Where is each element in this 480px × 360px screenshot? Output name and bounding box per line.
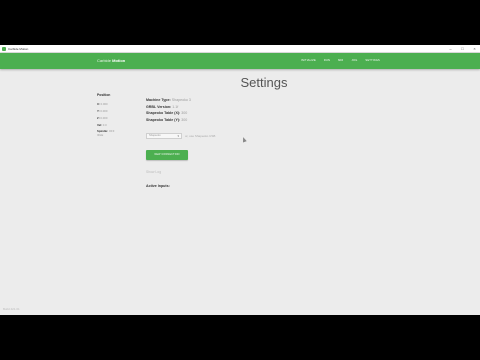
position-x: X: 0.000 [97, 101, 137, 108]
velocity: Vel: 0.0 [97, 122, 137, 129]
video-frame: Carbide Motion – □ × Carbide Motion INIT… [0, 0, 480, 360]
position-y: Y: 0.000 [97, 108, 137, 115]
port-hint: or, use Shapeoko USB [185, 134, 216, 138]
port-select[interactable]: Shapeoko ▾ [146, 133, 182, 139]
nav-settings[interactable]: SETTINGS [365, 58, 380, 64]
table-y-value: 300 [181, 117, 188, 122]
window-titlebar[interactable]: Carbide Motion – □ × [0, 45, 480, 53]
table-x-label: Shapeoko Table (X): [146, 111, 181, 115]
velocity-label: Vel: [97, 123, 102, 127]
brand-prefix: Carbide [97, 58, 112, 63]
nav-links: INITIALIZE RUN MDI JOG SETTINGS [301, 58, 380, 64]
table-y-label: Shapeoko Table (Y): [146, 117, 181, 122]
position-x-value: 0.000 [100, 102, 108, 106]
build-label: Build 421.01 [3, 307, 20, 311]
spindle-value: OFF [108, 129, 115, 133]
brand-logo[interactable]: Carbide Motion [97, 58, 125, 64]
table-y: Shapeoko Table (Y): 300 [146, 117, 326, 124]
new-connection-button[interactable]: NEW CONNECTION [146, 150, 188, 160]
app-window: Carbide Motion – □ × Carbide Motion INIT… [0, 45, 480, 315]
machine-status: IDLE [97, 133, 104, 137]
grbl-version-label: GRBL Version: [146, 104, 172, 109]
app-icon [2, 47, 6, 51]
page-title: Settings [240, 75, 288, 90]
close-icon[interactable]: × [472, 45, 477, 53]
nav-mdi[interactable]: MDI [338, 58, 343, 64]
table-x-value: 300 [181, 111, 188, 115]
machine-info: Machine Type: Shapeoko 3 GRBL Version: 1… [146, 97, 326, 123]
mouse-cursor-icon [241, 136, 247, 143]
top-navbar: Carbide Motion INITIALIZE RUN MDI JOG SE… [0, 53, 480, 69]
velocity-value: 0.0 [102, 123, 107, 127]
minimize-icon[interactable]: – [448, 45, 453, 53]
port-select-value: Shapeoko [149, 134, 161, 137]
grbl-version-value: 1.1f [172, 104, 179, 109]
show-log-link[interactable]: Show Log [146, 170, 161, 175]
maximize-icon[interactable]: □ [460, 45, 465, 53]
nav-initialize[interactable]: INITIALIZE [301, 58, 316, 64]
chevron-down-icon: ▾ [177, 134, 179, 138]
position-x-label: X: [97, 102, 100, 106]
window-controls: – □ × [448, 45, 477, 53]
position-heading: Position [97, 93, 111, 97]
active-inputs-heading: Active Inputs: [146, 184, 170, 188]
port-row: Shapeoko ▾ or, use Shapeoko USB [146, 133, 215, 139]
machine-type-value: Shapeoko 3 [171, 98, 191, 102]
position-z: Z: 0.000 [97, 115, 137, 122]
machine-type-label: Machine Type: [146, 98, 171, 102]
position-z-value: 0.000 [100, 116, 108, 120]
nav-run[interactable]: RUN [324, 58, 330, 64]
position-panel: Position X: 0.000 Y: 0.000 Z: 0.000 Vel:… [97, 93, 137, 137]
window-title: Carbide Motion [8, 47, 29, 51]
nav-jog[interactable]: JOG [351, 58, 357, 64]
brand-name: Motion [112, 58, 126, 63]
position-y-value: 0.000 [100, 109, 108, 113]
